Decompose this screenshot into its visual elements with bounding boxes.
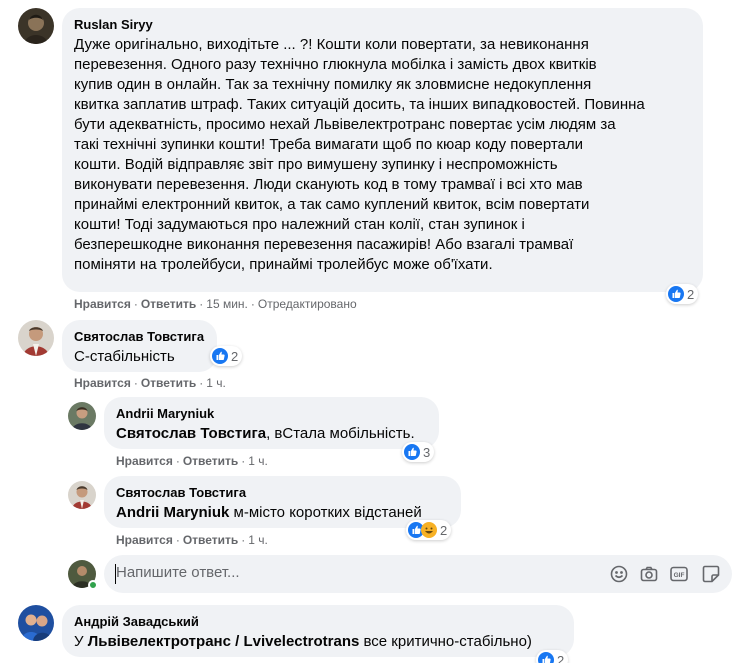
like-icon xyxy=(212,348,228,364)
like-icon xyxy=(668,286,684,302)
reply-author[interactable]: Andrii Maryniuk xyxy=(116,405,427,422)
mention-link[interactable]: Львівелектротранс / Lvivelectrotrans xyxy=(88,633,360,650)
separator: · xyxy=(133,297,138,311)
comment-line: такі технічні зупинки кошти! Треба вимаг… xyxy=(74,136,584,153)
reaction-count[interactable]: 2 xyxy=(536,650,569,663)
reaction-count[interactable]: 2 xyxy=(666,284,699,304)
reply-box[interactable]: Напишите ответ... GIF xyxy=(104,555,732,593)
reaction-number: 2 xyxy=(687,286,695,302)
reaction-count[interactable]: 2 xyxy=(406,520,452,540)
haha-icon xyxy=(421,522,437,538)
comment-bubble: Андрій Завадський У Львівелектротранс / … xyxy=(62,605,574,657)
comment-line: квитка заплатив штраф. Таких ситуацій до… xyxy=(74,96,645,113)
mention-link[interactable]: Andrii Maryniuk xyxy=(116,504,229,521)
comment-line: Дуже оригінально, виходітьте ... ?! Кошт… xyxy=(74,36,589,53)
timestamp[interactable]: 1 ч. xyxy=(248,454,268,468)
avatar[interactable] xyxy=(68,402,96,430)
reply-author[interactable]: Святослав Товстига xyxy=(116,484,449,501)
comment-bubble: Ruslan Siryy Дуже оригінально, виходітьт… xyxy=(62,8,703,292)
reply-text-body: , вСтала мобільність. xyxy=(266,425,415,442)
comment-line: кошти. Водій відправляє звіт про вимушен… xyxy=(74,156,558,173)
reply-bubble: Святослав Товстига Andrii Maryniuk м-міс… xyxy=(104,476,461,528)
comment-line: принаймі електронний квиток, а так само … xyxy=(74,196,590,213)
reaction-count[interactable]: 3 xyxy=(402,442,435,462)
reply-text: Святослав Товстига, вСтала мобільність. xyxy=(116,424,427,444)
like-button[interactable]: Нравится xyxy=(116,533,173,547)
separator: · xyxy=(175,533,180,547)
comment-author[interactable]: Ruslan Siryy xyxy=(74,16,691,33)
avatar[interactable] xyxy=(18,8,54,44)
like-icon xyxy=(538,652,554,663)
comment-line: виконувати перевезення. Люди сканують ко… xyxy=(74,176,583,193)
gif-icon[interactable]: GIF xyxy=(670,565,688,583)
separator: · xyxy=(199,297,204,311)
comment-bubble: Святослав Товстига С-стабільність xyxy=(62,320,217,372)
reply-button[interactable]: Ответить xyxy=(183,533,238,547)
sticker-icon[interactable] xyxy=(702,565,720,583)
comment-text-body: все критично-стабільно) xyxy=(359,633,532,650)
reaction-number: 2 xyxy=(557,652,565,663)
avatar[interactable] xyxy=(68,481,96,509)
reply-text-body: м-місто коротких відстаней xyxy=(229,504,422,521)
separator: · xyxy=(241,454,246,468)
like-button[interactable]: Нравится xyxy=(116,454,173,468)
svg-text:GIF: GIF xyxy=(674,572,685,579)
comment-author[interactable]: Андрій Завадський xyxy=(74,613,562,630)
comment-actions: Нравится · Ответить · 15 мин. · Отредактирован… xyxy=(74,296,357,312)
timestamp[interactable]: 1 ч. xyxy=(248,533,268,547)
reply-button[interactable]: Ответить xyxy=(141,297,196,311)
mention-link[interactable]: Святослав Товстига xyxy=(116,425,266,442)
reply-button[interactable]: Ответить xyxy=(141,376,196,390)
comment-text-prefix: У xyxy=(74,633,88,650)
timestamp[interactable]: 15 мин. xyxy=(206,297,248,311)
like-button[interactable]: Нравится xyxy=(74,376,131,390)
comment-text: Дуже оригінально, виходітьте ... ?! Кошт… xyxy=(74,35,691,275)
reply-actions: Нравится · Ответить · 1 ч. xyxy=(116,532,268,548)
comment-text: У Львівелектротранс / Lvivelectrotrans в… xyxy=(74,632,562,652)
comment-line: кошти! Тоді задумаються про належний ста… xyxy=(74,216,525,233)
separator: · xyxy=(250,297,255,311)
reaction-number: 2 xyxy=(231,348,239,364)
separator: · xyxy=(175,454,180,468)
reply-button[interactable]: Ответить xyxy=(183,454,238,468)
comment-line: купив один в онлайн. Так за технічну пом… xyxy=(74,76,592,93)
separator: · xyxy=(199,376,204,390)
comment-line: безперешкодне виконання перевезення паса… xyxy=(74,236,574,253)
comment-author[interactable]: Святослав Товстига xyxy=(74,328,205,345)
reply-text: Andrii Maryniuk м-місто коротких відстан… xyxy=(116,503,449,523)
reply-bubble: Andrii Maryniuk Святослав Товстига, вСта… xyxy=(104,397,439,449)
reply-actions: Нравится · Ответить · 1 ч. xyxy=(116,453,268,469)
camera-icon[interactable] xyxy=(640,565,658,583)
separator: · xyxy=(133,376,138,390)
comment-text: С-стабільність xyxy=(74,348,175,365)
comment-actions: Нравится · Ответить · 1 ч. xyxy=(74,375,226,391)
reaction-count[interactable]: 2 xyxy=(210,346,243,366)
reply-input[interactable]: Напишите ответ... xyxy=(116,564,240,581)
like-icon xyxy=(404,444,420,460)
avatar[interactable] xyxy=(18,605,54,641)
comment-line: перевезення. Одного разу технічно глюкну… xyxy=(74,56,597,73)
reaction-number: 3 xyxy=(423,444,431,460)
emoji-icon[interactable] xyxy=(610,565,628,583)
online-status-dot xyxy=(88,580,98,590)
reaction-number: 2 xyxy=(440,522,448,538)
like-button[interactable]: Нравится xyxy=(74,297,131,311)
comment-line: бути адекватність, просимо нехай Львівел… xyxy=(74,116,616,133)
comment-line: поміняти на тролейбуси, принаймі тролейб… xyxy=(74,256,493,273)
timestamp[interactable]: 1 ч. xyxy=(206,376,226,390)
separator: · xyxy=(241,533,246,547)
avatar[interactable] xyxy=(18,320,54,356)
edited-label: Отредактировано xyxy=(257,297,357,311)
